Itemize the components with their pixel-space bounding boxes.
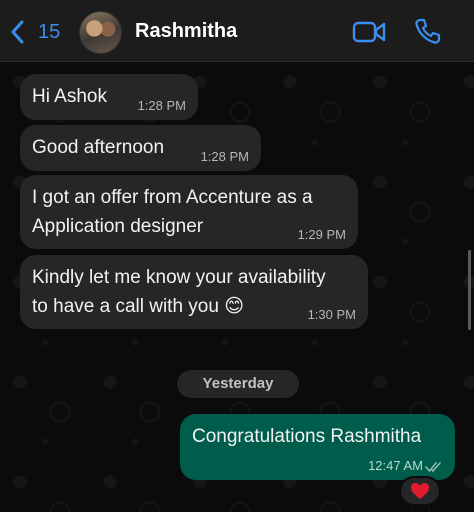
video-camera-icon[interactable]: [352, 19, 386, 45]
scrollbar[interactable]: [468, 250, 471, 330]
message-time: 1:28 PM: [200, 149, 249, 164]
message-bubble[interactable]: Hi Ashok 1:28 PM: [20, 74, 198, 120]
message-time: 1:30 PM: [307, 307, 356, 322]
chevron-left-icon: [11, 20, 24, 44]
message-bubble[interactable]: I got an offer from Accenture as a Appli…: [20, 175, 358, 249]
message-text: Hi Ashok: [32, 86, 107, 107]
message-text: I got an offer from Accenture as a Appli…: [32, 187, 313, 237]
date-divider: Yesterday: [177, 370, 299, 398]
message-bubble[interactable]: Good afternoon 1:28 PM: [20, 125, 261, 171]
phone-icon[interactable]: [414, 17, 442, 45]
message-bubble[interactable]: Kindly let me know your availability to …: [20, 255, 368, 329]
heart-icon: [411, 483, 429, 499]
avatar[interactable]: [79, 11, 122, 54]
message-bubble-outgoing[interactable]: Congratulations Rashmitha 12:47 AM: [180, 414, 455, 480]
reaction-badge[interactable]: [399, 476, 441, 506]
message-time: 1:29 PM: [297, 227, 346, 242]
message-time: 12:47 AM: [368, 458, 423, 473]
message-text: Good afternoon: [32, 137, 165, 158]
back-button[interactable]: 15: [8, 17, 60, 47]
chat-header: 15 Rashmitha: [0, 0, 474, 62]
unread-count: 15: [38, 20, 61, 43]
message-text: Congratulations Rashmitha: [192, 426, 422, 447]
message-time: 1:28 PM: [137, 98, 186, 113]
message-text: Kindly let me know your availability to …: [32, 267, 326, 317]
contact-name[interactable]: Rashmitha: [135, 20, 237, 43]
double-check-icon: [425, 462, 441, 472]
